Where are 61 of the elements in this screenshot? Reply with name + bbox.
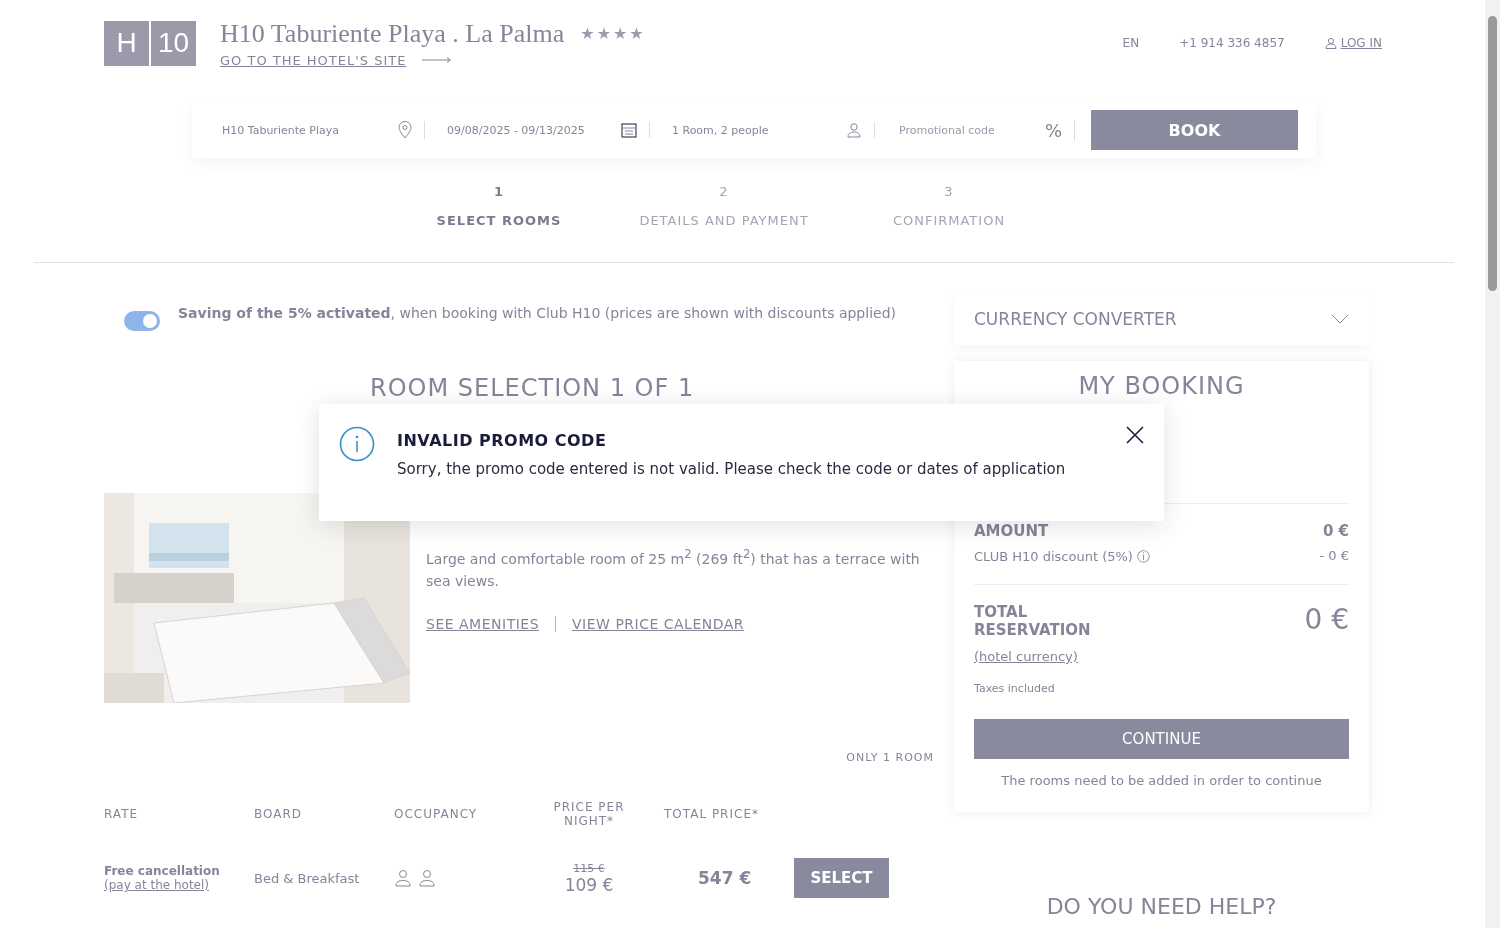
column-header: PRICE PER NIGHT* — [552, 800, 626, 828]
percent-sign: % — [1044, 119, 1062, 141]
scrollbar[interactable] — [1485, 0, 1500, 928]
dates-field[interactable]: 09/08/2025 - 09/13/2025 — [435, 122, 650, 138]
amount-value: 0 € — [1322, 522, 1349, 540]
rate-note-link[interactable]: (pay at the hotel) — [104, 878, 254, 892]
old-price: 115 € — [573, 861, 605, 875]
continue-hint: The rooms need to be added in order to continue — [1000, 773, 1323, 788]
column-header: TOTAL PRICE* — [664, 807, 760, 821]
info-icon — [339, 426, 375, 462]
taxes-note: Taxes included — [974, 682, 1056, 695]
step-tab[interactable]: 2 DETAILS AND PAYMENT — [636, 184, 812, 228]
hotel-site-link[interactable]: GO TO THE HOTEL'S SITE — [220, 52, 407, 68]
currency-converter[interactable]: CURRENCY CONVERTER — [954, 293, 1369, 345]
hotel-name: H10 Taburiente Playa . La Palma — [220, 18, 565, 49]
total-value: 0 € — [1304, 603, 1349, 636]
arrow-icon — [422, 57, 453, 63]
login-link[interactable]: LOG IN — [1324, 36, 1382, 50]
person-icon — [846, 122, 862, 138]
book-button[interactable]: BOOK — [1091, 110, 1298, 150]
hotel-field[interactable]: H10 Taburiente Playa — [210, 121, 425, 139]
column-header: OCCUPANCY — [394, 807, 479, 821]
discount-label: CLUB H10 discount (5%) ⓘ — [974, 548, 1151, 566]
price-per-night: 109 € — [564, 874, 614, 895]
dialog-title: INVALID PROMO CODE — [397, 431, 608, 450]
step-tab[interactable]: 1 SELECT ROOMS — [411, 184, 587, 228]
column-header: RATE — [104, 807, 140, 821]
total-label: TOTAL RESERVATION — [974, 603, 1092, 639]
close-button[interactable] — [1126, 426, 1144, 444]
step-tab[interactable]: 3 CONFIRMATION — [861, 184, 1037, 228]
total-price: 547 € — [697, 868, 753, 888]
club-toggle[interactable] — [124, 311, 160, 331]
select-button[interactable]: SELECT — [794, 858, 889, 898]
price-calendar-link[interactable]: VIEW PRICE CALENDAR — [572, 615, 745, 632]
chevron-down-icon — [1331, 314, 1349, 324]
amenities-link[interactable]: SEE AMENITIES — [426, 615, 540, 632]
phone-link[interactable]: +1 914 336 4857 — [1179, 36, 1285, 50]
booking-title: MY BOOKING — [1077, 371, 1246, 401]
rate-name: Free cancellation — [104, 864, 221, 878]
star-rating: ★★★★ — [580, 24, 646, 43]
discount-value: - 0 € — [1319, 548, 1349, 563]
location-pin-icon — [398, 121, 412, 139]
room-description: Large and comfortable room of 25 m$^{2}$ (269 ft$^{2}$) that has a terrace with sea views. — [426, 546, 921, 591]
language-link[interactable]: EN — [1122, 36, 1140, 50]
amount-label: AMOUNT — [974, 522, 1049, 540]
dialog-message: Sorry, the promo code entered is not valid. Please check the code or dates of application — [397, 460, 1066, 478]
calendar-icon — [621, 122, 637, 138]
logo-number: 10 — [151, 20, 196, 66]
column-header: BOARD — [254, 807, 304, 821]
user-icon — [1324, 37, 1337, 49]
availability-label: ONLY 1 ROOM — [846, 751, 934, 764]
guests-field[interactable]: 1 Room, 2 people — [660, 122, 875, 138]
logo[interactable]: H 10 — [104, 20, 196, 66]
help-title: DO YOU NEED HELP? — [1045, 894, 1278, 919]
board-cell-text: Bed & Breakfast — [254, 870, 361, 886]
continue-button[interactable]: CONTINUE — [974, 719, 1349, 759]
room-selection-title: ROOM SELECTION 1 OF 1 — [370, 373, 696, 403]
two-guests-icon — [394, 869, 438, 887]
hotel-currency-link[interactable]: (hotel currency) — [974, 649, 1349, 664]
logo-letter: H — [104, 20, 149, 66]
club-savings-text: Saving of the 5% activated, when booking with Club H10 (prices are shown with discounts applied) — [178, 304, 896, 323]
